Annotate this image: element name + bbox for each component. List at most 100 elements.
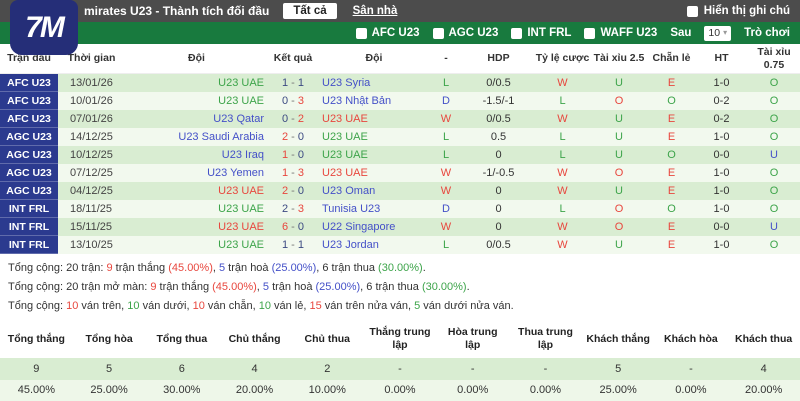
away-score: 1 xyxy=(298,239,304,251)
match-row[interactable]: AGC U2307/12/25U23 Yemen1 - 3U23 UAEW-1/… xyxy=(0,164,800,182)
matches-header: Trận đấuThời gianĐộiKết quảĐội-HDPTỷ lệ … xyxy=(0,44,800,74)
hdp-cell: 0/0.5 xyxy=(462,239,535,251)
away-team: U23 UAE xyxy=(318,167,430,179)
over-under-075-cell: O xyxy=(748,131,800,143)
games-count-dropdown[interactable]: 10 ▾ xyxy=(704,26,731,41)
date-cell: 07/01/26 xyxy=(58,113,125,125)
competition-cell: AGC U23 xyxy=(0,182,58,200)
hdp-cell: -1.5/-1 xyxy=(462,95,535,107)
away-score: 3 xyxy=(298,203,304,215)
column-header: HDP xyxy=(462,52,535,64)
match-row[interactable]: AGC U2304/12/25U23 UAE2 - 0U23 OmanW0WUE… xyxy=(0,182,800,200)
match-row[interactable]: INT FRL18/11/25U23 UAE2 - 3Tunisia U23D0… xyxy=(0,200,800,218)
stats-percents-row: 45.00%25.00%30.00%20.00%10.00%0.00%0.00%… xyxy=(0,380,800,401)
halftime-score-cell: 0-0 xyxy=(695,221,748,233)
match-row[interactable]: INT FRL15/11/25U23 UAE6 - 0U22 Singapore… xyxy=(0,218,800,236)
halftime-score-cell: 0-2 xyxy=(695,113,748,125)
tab-home[interactable]: Sân nhà xyxy=(353,5,398,17)
hdp-cell: 0 xyxy=(462,203,535,215)
league-checkbox[interactable] xyxy=(433,28,444,39)
stats-header-row: Tổng thắngTổng hòaTổng thuaChủ thắngChủ … xyxy=(0,321,800,358)
away-team: U23 Syria xyxy=(318,77,430,89)
over-under-25-cell: O xyxy=(590,221,648,233)
summary-segment: ván trên, xyxy=(78,300,127,312)
league-checkbox[interactable] xyxy=(511,28,522,39)
summary-segment: ván trên nửa ván, xyxy=(322,300,414,312)
league-checkbox[interactable] xyxy=(356,28,367,39)
home-team: U23 UAE xyxy=(125,239,268,251)
odds-result-cell: L xyxy=(535,203,590,215)
home-team: U23 Qatar xyxy=(125,113,268,125)
summary-segment: . xyxy=(467,281,470,293)
halftime-score-cell: 1-0 xyxy=(695,185,748,197)
stats-column-header: Tổng thắng xyxy=(0,321,73,358)
summary-segment: . xyxy=(423,262,426,274)
date-cell: 10/12/25 xyxy=(58,149,125,161)
score-dash: - xyxy=(288,95,298,107)
score-dash: - xyxy=(288,77,298,89)
league-filter: AGC U23 xyxy=(433,27,499,39)
brand-logo[interactable]: 7M xyxy=(10,0,78,55)
result-cell: D xyxy=(430,95,462,107)
notes-toggle: Hiển thị ghi chú xyxy=(687,5,800,17)
home-team: U23 UAE xyxy=(125,203,268,215)
away-team: U23 Oman xyxy=(318,185,430,197)
odd-even-cell: E xyxy=(648,131,695,143)
odds-result-cell: W xyxy=(535,185,590,197)
after-label: Sau xyxy=(670,27,691,39)
summary-segment: (25.00%) xyxy=(316,281,361,293)
column-header: Kết quả xyxy=(268,52,318,64)
match-row[interactable]: INT FRL13/10/25U23 UAE1 - 1U23 JordanL0/… xyxy=(0,236,800,254)
summary-line: Tổng cộng: 10 ván trên, 10 ván dưới, 10 … xyxy=(0,297,800,316)
tab-all[interactable]: Tất cả xyxy=(283,3,336,19)
hdp-cell: 0.5 xyxy=(462,131,535,143)
summary-segment: trận thua xyxy=(372,281,422,293)
away-team: U23 Nhật Bản xyxy=(318,95,430,107)
notes-checkbox[interactable] xyxy=(687,6,698,17)
match-row[interactable]: AFC U2310/01/26U23 UAE0 - 3U23 Nhật BảnD… xyxy=(0,92,800,110)
stats-column-header: Thắng trung lập xyxy=(364,321,437,358)
away-score: 0 xyxy=(298,221,304,233)
result-cell: W xyxy=(430,185,462,197)
stats-percent-cell: 30.00% xyxy=(145,380,218,401)
away-score: 0 xyxy=(298,149,304,161)
hdp-cell: 0/0.5 xyxy=(462,113,535,125)
league-checkbox[interactable] xyxy=(584,28,595,39)
odd-even-cell: E xyxy=(648,77,695,89)
date-cell: 07/12/25 xyxy=(58,167,125,179)
home-team: U23 UAE xyxy=(125,77,268,89)
column-header: Chẵn lẻ xyxy=(648,52,695,64)
result-cell: L xyxy=(430,239,462,251)
result-cell: L xyxy=(430,131,462,143)
match-row[interactable]: AGC U2314/12/25U23 Saudi Arabia2 - 0U23 … xyxy=(0,128,800,146)
stats-column-header: Chủ thắng xyxy=(218,321,291,358)
stats-column-header: Chủ thua xyxy=(291,321,364,358)
stats-count-cell: - xyxy=(364,358,437,380)
odd-even-cell: E xyxy=(648,221,695,233)
match-row[interactable]: AFC U2307/01/26U23 Qatar0 - 2U23 UAEW0/0… xyxy=(0,110,800,128)
stats-column-header: Tổng hòa xyxy=(73,321,146,358)
stats-count-cell: 4 xyxy=(727,358,800,380)
over-under-075-cell: O xyxy=(748,239,800,251)
summary-segment: Tổng cộng: xyxy=(8,300,66,312)
halftime-score-cell: 1-0 xyxy=(695,239,748,251)
stats-count-cell: 9 xyxy=(0,358,73,380)
stats-percent-cell: 45.00% xyxy=(0,380,73,401)
score-cell: 1 - 1 xyxy=(268,239,318,251)
league-filter: AFC U23 xyxy=(356,27,420,39)
column-header: Tài xỉu 2.5 xyxy=(590,52,648,64)
summary-segment: (45.00%) xyxy=(212,281,257,293)
match-row[interactable]: AGC U2310/12/25U23 Iraq1 - 0U23 UAEL0LUO… xyxy=(0,146,800,164)
summary-segment: ván chẵn, xyxy=(205,300,259,312)
column-header: Đội xyxy=(125,52,268,64)
column-header: HT xyxy=(695,52,748,64)
odd-even-cell: O xyxy=(648,149,695,161)
match-row[interactable]: AFC U2313/01/26U23 UAE1 - 1U23 SyriaL0/0… xyxy=(0,74,800,92)
games-count-value: 10 xyxy=(708,27,720,39)
summary-segment: (25.00%) xyxy=(272,262,317,274)
halftime-score-cell: 0-0 xyxy=(695,149,748,161)
away-score: 2 xyxy=(298,113,304,125)
away-team: U22 Singapore xyxy=(318,221,430,233)
column-header: Tỷ lệ cược xyxy=(535,52,590,64)
over-under-25-cell: U xyxy=(590,77,648,89)
